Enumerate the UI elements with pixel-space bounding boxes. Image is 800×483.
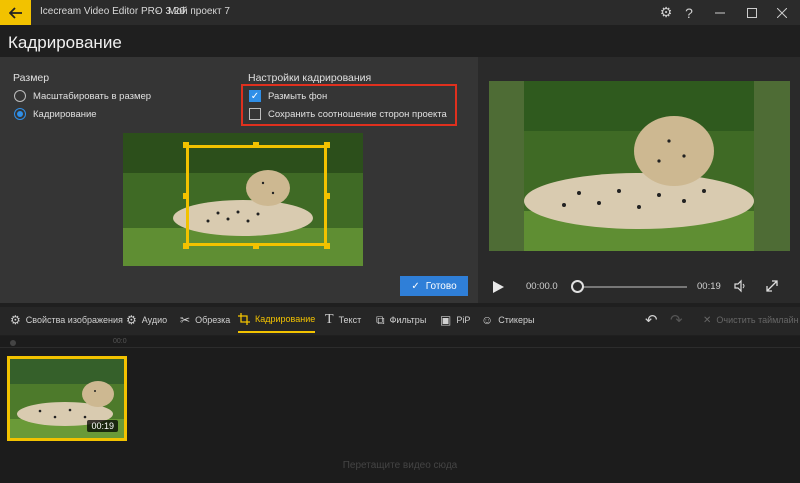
radio-scale-to-size-label[interactable]: Масштабировать в размер (33, 91, 151, 102)
undo-icon: ↶ (645, 312, 658, 329)
smile-icon: ☺ (481, 313, 494, 327)
redo-button[interactable]: ↷ (670, 307, 683, 333)
crop-handle-bottom-right[interactable] (324, 243, 330, 249)
crop-settings-label: Настройки кадрирования (248, 72, 372, 84)
tool-filters-label: Фильтры (389, 315, 427, 325)
tool-stickers[interactable]: ☺ Стикеры (481, 307, 534, 333)
tool-text-label: Текст (338, 315, 362, 325)
pip-icon: ▣ (440, 313, 452, 327)
video-preview (489, 81, 790, 251)
settings-button[interactable]: ⚙ (657, 0, 675, 25)
gear-icon: ⚙ (126, 313, 137, 327)
title-separator: - (156, 6, 160, 17)
checkbox-keep-aspect-ratio-label[interactable]: Сохранить соотношение сторон проекта (268, 109, 447, 120)
progress-knob[interactable] (571, 280, 584, 293)
tool-trim[interactable]: ✂ Обрезка (180, 307, 230, 333)
speaker-icon (734, 279, 745, 293)
tool-crop-label: Кадрирование (255, 314, 316, 324)
radio-crop-label[interactable]: Кадрирование (33, 109, 97, 120)
clear-timeline-label: Очистить таймлайн (716, 315, 799, 325)
timeline-clip[interactable]: 00:19 (7, 356, 127, 441)
crop-handle-top[interactable] (253, 142, 259, 148)
crop-handle-bottom-left[interactable] (183, 243, 189, 249)
tool-audio-label: Аудио (141, 315, 168, 325)
arrow-left-icon (8, 6, 22, 19)
timeline-ruler (0, 347, 800, 348)
title-bar: Icecream Video Editor PRO 3.20 - Мой про… (0, 0, 800, 25)
checkbox-blur-background[interactable]: ✓ (249, 90, 261, 102)
checkbox-blur-background-label[interactable]: Размыть фон (268, 91, 327, 102)
crop-icon (238, 313, 250, 325)
tool-image-properties[interactable]: ⚙ Свойства изображения (10, 307, 123, 333)
text-icon: T (325, 312, 334, 327)
filter-icon: ⧉ (376, 312, 385, 327)
minimize-icon (715, 12, 725, 13)
tool-filters[interactable]: ⧉ Фильтры (376, 307, 426, 333)
play-icon (493, 281, 504, 293)
tool-audio[interactable]: ⚙ Аудио (126, 307, 167, 333)
maximize-icon (747, 7, 757, 18)
page-title: Кадрирование (8, 33, 122, 52)
tool-image-properties-label: Свойства изображения (25, 315, 123, 325)
crop-handle-bottom[interactable] (253, 243, 259, 249)
tool-stickers-label: Стикеры (498, 315, 535, 325)
help-icon: ? (685, 4, 693, 21)
done-button[interactable]: ✓ Готово (400, 276, 468, 296)
check-icon: ✓ (411, 280, 420, 292)
redo-icon: ↷ (670, 312, 683, 329)
fullscreen-button[interactable] (765, 279, 779, 293)
checkbox-keep-aspect-ratio[interactable] (249, 108, 261, 120)
undo-button[interactable]: ↶ (645, 307, 658, 333)
drag-hint: Перетащите видео сюда (342, 460, 458, 471)
help-button[interactable]: ? (680, 0, 698, 25)
current-time: 00:00.0 (526, 281, 558, 292)
crop-handle-left[interactable] (183, 193, 189, 199)
close-icon (777, 7, 787, 18)
crop-handle-top-right[interactable] (324, 142, 330, 148)
crop-handle-top-left[interactable] (183, 142, 189, 148)
crop-handle-right[interactable] (324, 193, 330, 199)
play-button[interactable] (491, 280, 505, 294)
radio-crop[interactable] (14, 108, 26, 120)
playhead-marker[interactable] (10, 340, 16, 346)
close-button[interactable] (770, 0, 794, 25)
scissors-icon: ✂ (180, 313, 191, 327)
maximize-button[interactable] (740, 0, 764, 25)
done-button-label: Готово (425, 280, 457, 292)
tool-pip-label: PiP (456, 315, 471, 325)
gear-icon: ⚙ (659, 4, 673, 20)
total-time: 00:19 (697, 281, 721, 292)
tool-crop[interactable]: Кадрирование (238, 307, 316, 333)
tool-text[interactable]: T Текст (325, 307, 361, 333)
size-label: Размер (13, 72, 50, 84)
close-icon: ✕ (703, 314, 712, 326)
tool-pip[interactable]: ▣ PiP (440, 307, 470, 333)
expand-icon (766, 280, 778, 292)
minimize-button[interactable] (708, 0, 732, 25)
progress-track[interactable] (578, 286, 687, 288)
radio-scale-to-size[interactable] (14, 90, 26, 102)
app-title: Icecream Video Editor PRO 3.20 (40, 6, 185, 17)
clear-timeline-button[interactable]: ✕ Очистить таймлайн (703, 307, 799, 333)
gear-icon: ⚙ (10, 313, 21, 327)
project-title: Мой проект 7 (168, 6, 230, 17)
volume-button[interactable] (733, 279, 747, 293)
back-button[interactable] (0, 0, 31, 25)
crop-frame[interactable] (186, 145, 327, 246)
tool-trim-label: Обрезка (195, 315, 231, 325)
ruler-mark: 00:0 (113, 338, 127, 345)
clip-duration: 00:19 (87, 420, 118, 432)
